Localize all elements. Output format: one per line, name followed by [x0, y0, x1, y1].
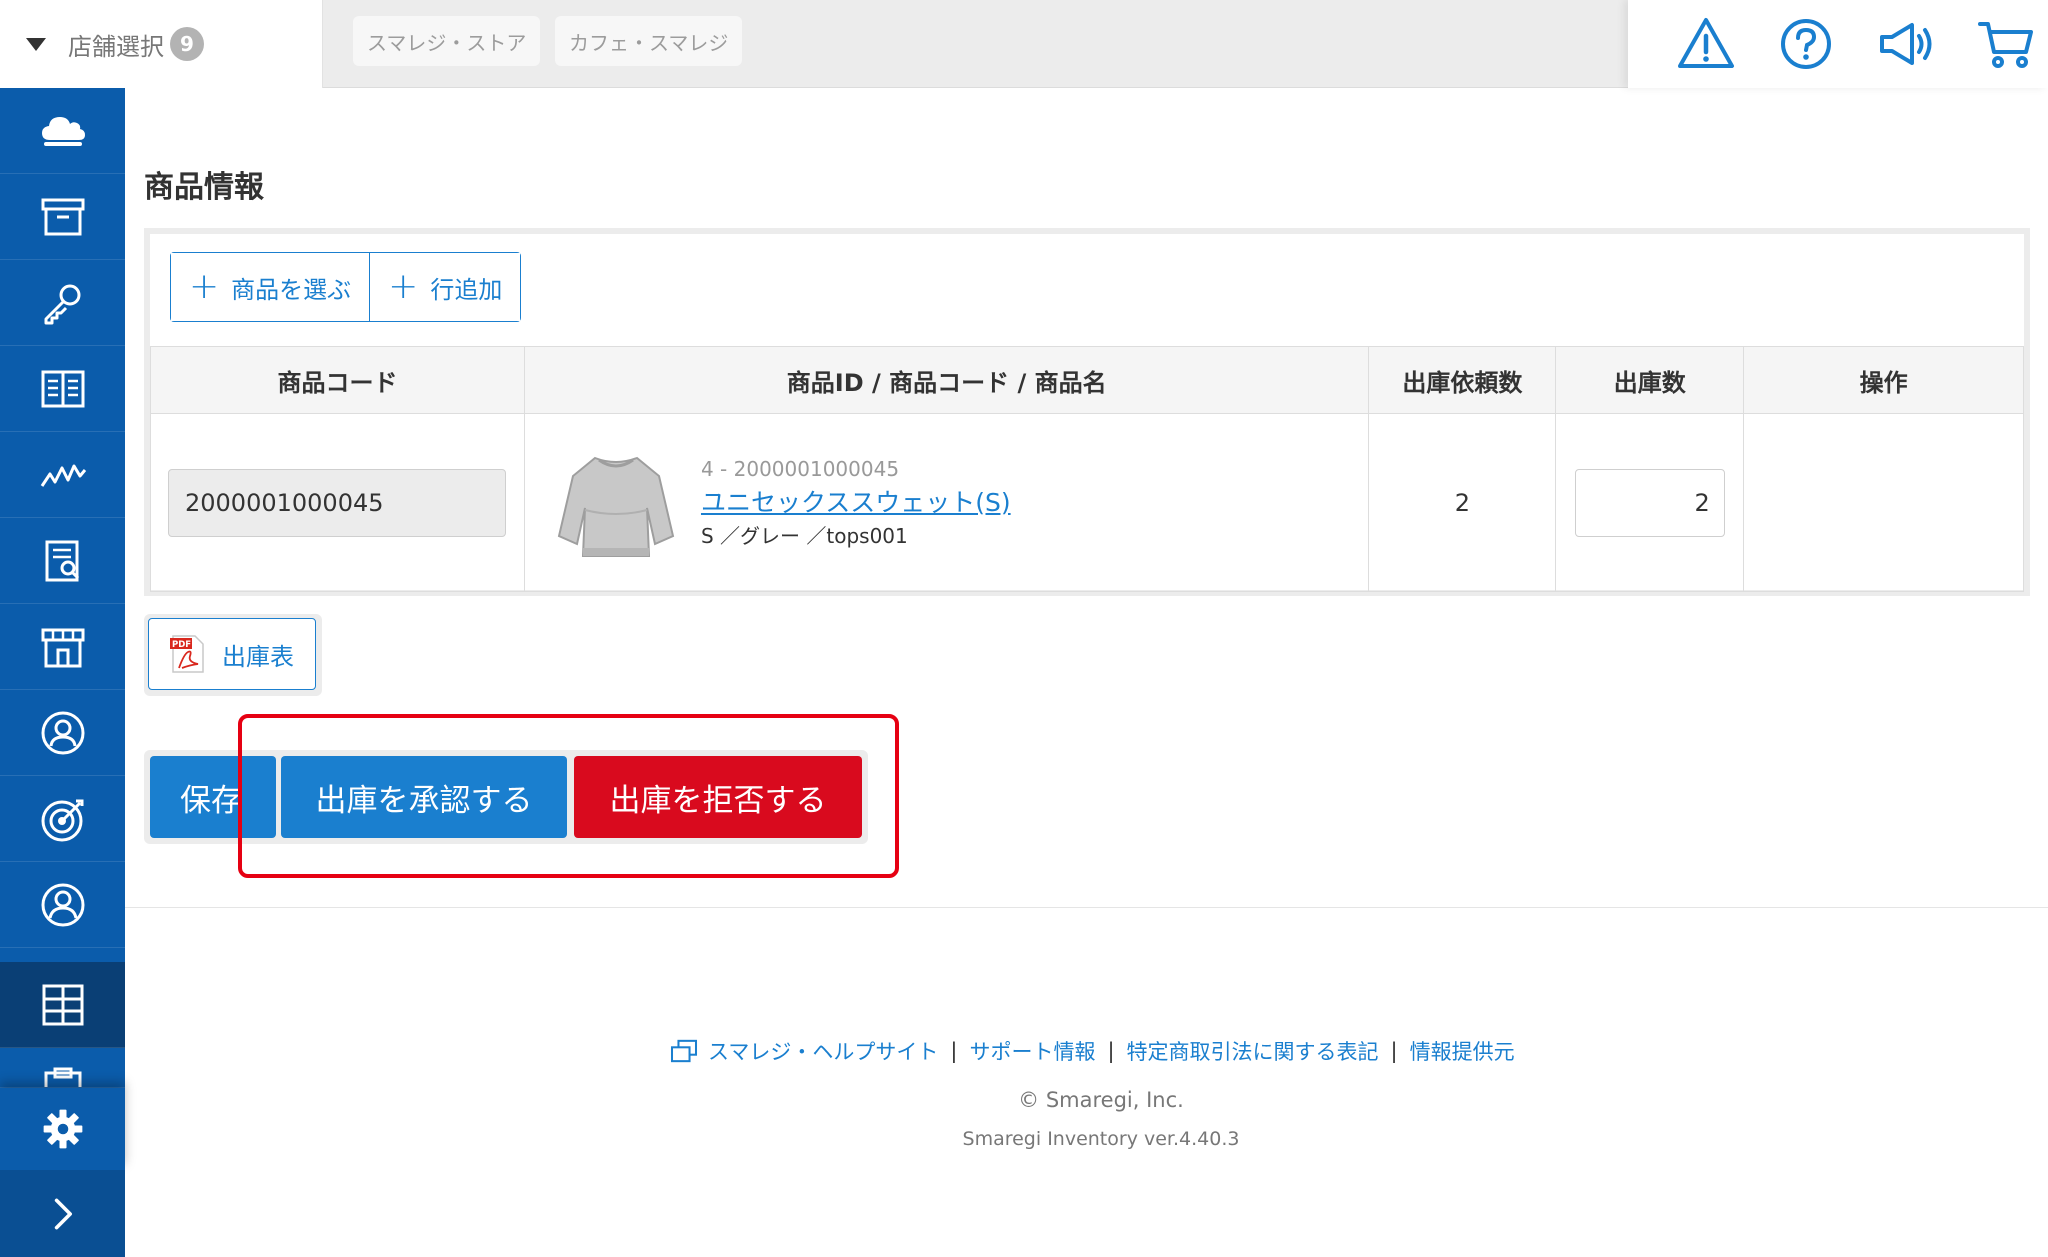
footer-links: スマレジ・ヘルプサイト | サポート情報 | 特定商取引法に関する表記 | 情報… — [670, 1036, 1515, 1066]
megaphone-icon[interactable] — [1876, 14, 1936, 74]
col-header-requested: 出庫依頼数 — [1368, 346, 1557, 414]
footer-link-support[interactable]: サポート情報 — [969, 1036, 1095, 1066]
sidebar-item-store[interactable] — [0, 604, 125, 690]
expand-sidebar-button[interactable] — [0, 1170, 125, 1257]
footer-link-help[interactable]: スマレジ・ヘルプサイト — [708, 1036, 938, 1066]
product-name-link[interactable]: ユニセックススウェット(S) — [701, 484, 1011, 522]
code-cell — [150, 413, 525, 592]
top-header: 店舗選択 9 スマレジ・ストア カフェ・スマレジ — [0, 0, 2048, 88]
store-icon — [41, 628, 84, 667]
cloud-icon — [41, 116, 85, 146]
store-count-badge: 9 — [170, 27, 204, 61]
sidebar-item-target[interactable] — [0, 776, 125, 862]
warning-icon[interactable] — [1676, 14, 1736, 74]
sidebar-item-inventory[interactable] — [0, 962, 125, 1048]
footer-separator: | — [1390, 1039, 1398, 1063]
svg-text:PDF: PDF — [172, 640, 191, 650]
footer-separator: | — [1107, 1039, 1115, 1063]
sidebar-item-user[interactable] — [0, 862, 125, 948]
external-window-icon — [670, 1039, 698, 1063]
product-info-card: + 商品を選ぶ + 行追加 商品コード 商品ID / 商品コード / 商品名 出… — [144, 228, 2030, 596]
reject-shipment-button[interactable]: 出庫を拒否する — [574, 756, 862, 838]
select-product-button[interactable]: + 商品を選ぶ — [171, 253, 370, 321]
pdf-button-wrapper: PDF 出庫表 — [144, 614, 322, 696]
sidebar-item-book[interactable] — [0, 346, 125, 432]
product-code-field[interactable] — [168, 468, 506, 537]
product-attributes: S ／グレー ／tops001 — [700, 524, 908, 549]
product-id-code: 4 - 2000001000045 — [700, 456, 900, 481]
pdf-button-label: 出庫表 — [222, 642, 294, 671]
plus-icon: + — [189, 266, 220, 307]
shipped-qty-input[interactable] — [1574, 468, 1725, 537]
actions-cell — [1743, 413, 2024, 592]
grid-icon — [42, 984, 83, 1025]
table-row: 4 - 2000001000045 ユニセックススウェット(S) S ／グレー … — [150, 413, 2024, 592]
footer-copyright: © Smaregi, Inc. — [1018, 1088, 1184, 1112]
content-divider — [125, 907, 2048, 908]
add-row-button[interactable]: + 行追加 — [369, 253, 521, 321]
user-circle-icon — [41, 711, 84, 754]
save-button[interactable]: 保存 — [150, 756, 276, 838]
footer-link-legal[interactable]: 特定商取引法に関する表記 — [1127, 1036, 1379, 1066]
sidebar-item-customer[interactable] — [0, 690, 125, 776]
cart-icon[interactable] — [1976, 14, 2036, 74]
sidebar-item-analytics[interactable] — [0, 432, 125, 518]
sidebar-item-key[interactable] — [0, 260, 125, 346]
shipping-slip-pdf-button[interactable]: PDF 出庫表 — [148, 618, 316, 690]
select-product-label: 商品を選ぶ — [231, 275, 352, 304]
report-icon — [45, 540, 79, 581]
archive-box-icon — [41, 198, 84, 235]
approve-shipment-button[interactable]: 出庫を承認する — [281, 756, 567, 838]
help-icon[interactable] — [1776, 14, 1836, 74]
shipped-qty-cell — [1555, 413, 1745, 592]
table-header-row: 商品コード 商品ID / 商品コード / 商品名 出庫依頼数 出庫数 操作 — [150, 346, 2024, 414]
product-button-group: + 商品を選ぶ + 行追加 — [170, 252, 522, 322]
book-icon — [41, 370, 84, 407]
col-header-shipped: 出庫数 — [1555, 346, 1745, 414]
col-header-actions: 操作 — [1743, 346, 2024, 414]
add-row-label: 行追加 — [430, 275, 503, 304]
product-table: 商品コード 商品ID / 商品コード / 商品名 出庫依頼数 出庫数 操作 20… — [150, 346, 2024, 592]
sidebar-item-clipboard[interactable] — [0, 1048, 125, 1088]
footer-link-source[interactable]: 情報提供元 — [1410, 1036, 1515, 1066]
target-icon — [41, 799, 83, 841]
sidebar-item-archive[interactable] — [0, 174, 125, 260]
sidebar-item-report[interactable] — [0, 518, 125, 604]
product-thumbnail — [557, 456, 675, 557]
requested-qty-cell: 2 — [1368, 413, 1557, 592]
col-header-code: 商品コード — [150, 346, 525, 414]
footer-separator: | — [950, 1039, 958, 1063]
caret-down-icon — [26, 37, 46, 51]
clipboard-icon — [44, 1067, 81, 1087]
plus-icon: + — [388, 266, 419, 307]
store-select-label: 店舗選択 — [68, 32, 164, 61]
store-select-dropdown[interactable]: 店舗選択 9 — [0, 0, 323, 88]
action-button-bar: 保存 出庫を承認する 出庫を拒否する — [144, 750, 868, 844]
store-chip[interactable]: カフェ・スマレジ — [555, 16, 743, 66]
col-header-product: 商品ID / 商品コード / 商品名 — [523, 346, 1370, 414]
key-icon — [44, 284, 80, 324]
header-icon-bar — [1628, 0, 2048, 88]
sidebar-item-cloud[interactable] — [0, 88, 125, 174]
user-icon — [41, 883, 84, 926]
sidebar-nav — [0, 88, 125, 1257]
chevron-right-icon — [54, 1198, 72, 1229]
pdf-icon: PDF — [170, 635, 204, 673]
footer-version: Smaregi Inventory ver.4.40.3 — [962, 1128, 1240, 1150]
product-cell: 4 - 2000001000045 ユニセックススウェット(S) S ／グレー … — [523, 413, 1370, 592]
chart-line-icon — [40, 464, 86, 487]
store-chip[interactable]: スマレジ・ストア — [353, 16, 541, 66]
page-section-title: 商品情報 — [144, 170, 264, 205]
